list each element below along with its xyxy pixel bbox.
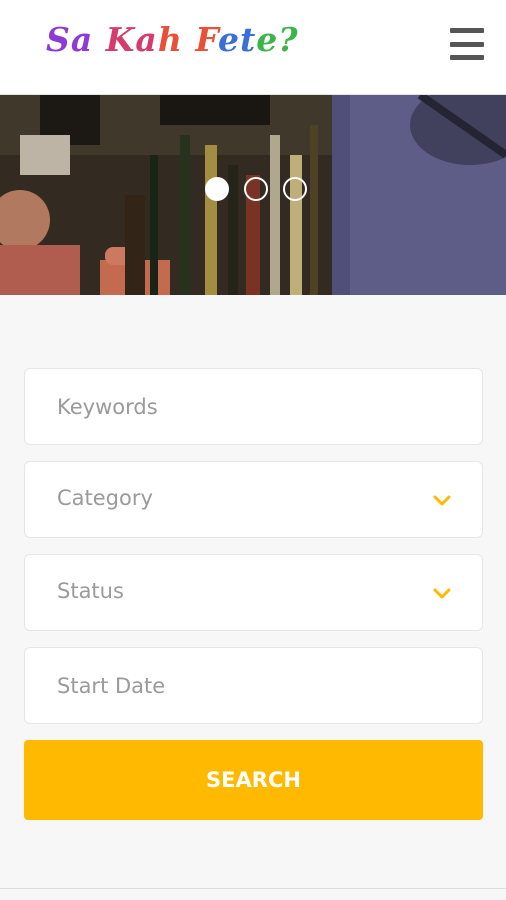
chevron-down-icon [433,495,451,506]
keywords-field [24,368,483,445]
logo-letter: a [135,20,158,59]
header: Sa Kah Fete? [0,0,506,95]
search-button[interactable]: SEARCH [24,740,483,820]
category-select[interactable]: Category [24,461,483,538]
logo[interactable]: Sa Kah Fete? [46,20,299,59]
start-date-input[interactable] [25,648,482,723]
search-form: Category Status SEARCH [24,368,483,820]
logo-letter [93,20,106,59]
hamburger-icon-bar [450,41,484,47]
logo-letter: h [157,20,183,59]
hamburger-menu-button[interactable] [450,28,484,60]
carousel-dot-2[interactable] [244,177,268,201]
carousel-dot-3[interactable] [283,177,307,201]
hero-carousel[interactable] [0,95,506,295]
hamburger-icon-bar [450,28,484,33]
logo-letter: a [70,20,94,59]
status-select-label: Status [57,579,124,603]
logo-letter [183,20,196,59]
logo-letter: e [217,20,240,59]
carousel-dot-1[interactable] [205,177,229,201]
carousel-dots [205,177,307,201]
logo-letter: K [105,20,136,59]
hamburger-icon-bar [450,55,484,60]
footer-divider [0,888,506,889]
logo-letter: F [195,20,218,59]
logo-letter: e [256,20,279,59]
status-select[interactable]: Status [24,554,483,631]
logo-letter: t [239,20,257,59]
chevron-down-icon [433,588,451,599]
logo-letter: S [46,20,71,59]
keywords-input[interactable] [25,369,482,444]
start-date-field [24,647,483,724]
logo-letter: ? [278,20,299,59]
category-select-label: Category [57,486,153,510]
